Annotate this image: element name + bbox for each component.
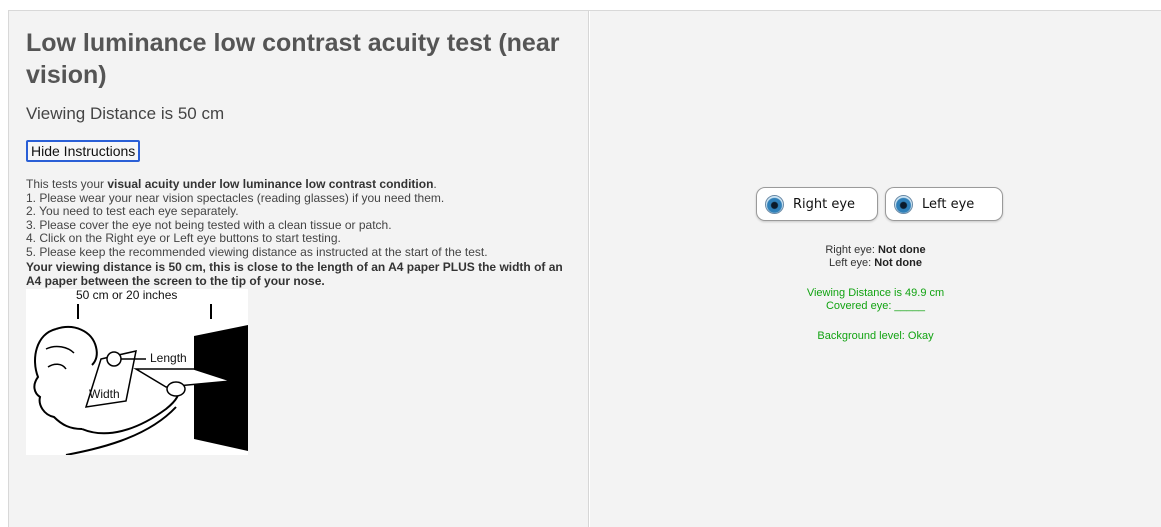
instructions-text: This tests your visual acuity under low … [26, 177, 571, 288]
step-2: 2. You need to test each eye separately. [26, 204, 239, 219]
left-eye-button[interactable]: Left eye [885, 187, 1003, 221]
eye-button-group: Right eye Left eye [756, 187, 1003, 221]
right-eye-status: Right eye: Not done [590, 244, 1161, 257]
step-4: 4. Click on the Right eye or Left eye bu… [26, 231, 341, 246]
page-title: Low luminance low contrast acuity test (… [26, 29, 560, 89]
step-3: 3. Please cover the eye not being tested… [26, 217, 392, 232]
viewing-distance-diagram: 50 cm or 20 inches Length Width [26, 287, 248, 455]
diagram-length-label: Length [150, 350, 187, 365]
right-eye-status-label: Right eye: [825, 244, 875, 256]
right-eye-button-label: Right eye [793, 196, 856, 212]
distance-note: Your viewing distance is 50 cm, this is … [26, 259, 563, 288]
left-eye-status-label: Left eye: [829, 257, 872, 269]
covered-eye-status: Covered eye: _____ [825, 300, 926, 312]
step-1: 1. Please wear your near vision spectacl… [26, 190, 445, 205]
instructions-panel: Low luminance low contrast acuity test (… [9, 11, 589, 527]
viewing-distance-heading: Viewing Distance is 50 cm [26, 104, 225, 123]
intro-suffix: . [433, 177, 437, 191]
intro-prefix: This tests your [26, 177, 108, 191]
eye-icon [894, 194, 913, 214]
diagram-width-label: Width [89, 386, 120, 401]
diagram-distance-label: 50 cm or 20 inches [76, 287, 178, 302]
intro-line: This tests your visual acuity under low … [26, 177, 571, 192]
left-eye-status: Left eye: Not done [590, 257, 1161, 270]
left-eye-button-label: Left eye [922, 196, 975, 212]
background-level-status: Background level: Okay [817, 330, 934, 342]
right-eye-status-value: Not done [877, 244, 926, 256]
hide-instructions-button[interactable]: Hide Instructions [26, 140, 141, 162]
measured-viewing-distance: Viewing Distance is 49.9 cm [806, 287, 945, 299]
eye-icon [765, 194, 784, 214]
diagram-illustration [33, 303, 248, 455]
right-eye-button[interactable]: Right eye [756, 187, 878, 221]
step-5: 5. Please keep the recommended viewing d… [26, 244, 488, 259]
intro-bold: visual acuity under low luminance low co… [107, 177, 434, 191]
left-eye-status-value: Not done [874, 257, 922, 269]
test-panel: Right eye Left eye Right eye: Not done L… [590, 11, 1161, 527]
